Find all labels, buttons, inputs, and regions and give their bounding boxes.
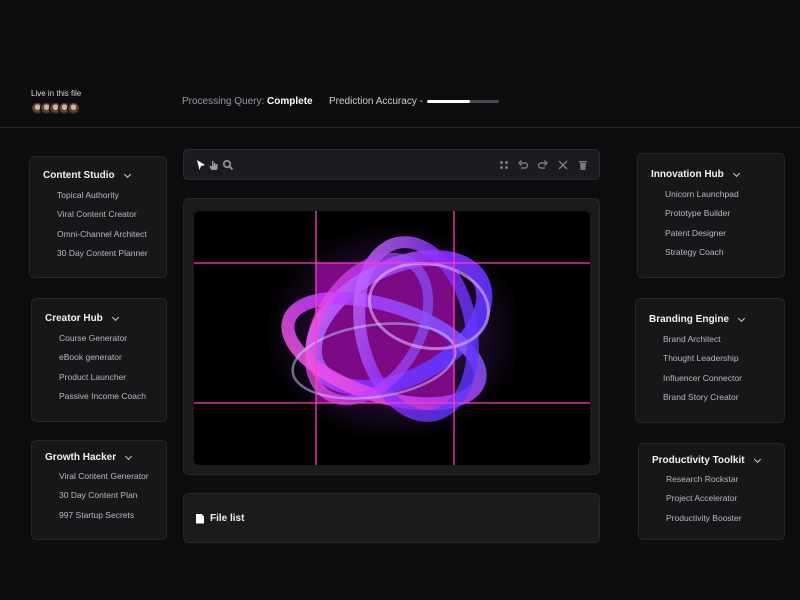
menu-item[interactable]: Brand Architect xyxy=(663,334,784,353)
menu-item[interactable]: Prototype Builder xyxy=(665,208,784,227)
close-icon[interactable] xyxy=(557,159,569,171)
panel-title: Creator Hub xyxy=(45,313,103,324)
menu-item[interactable]: 997 Startup Secrets xyxy=(59,510,166,529)
panel-title: Content Studio xyxy=(43,170,115,181)
canvas-toolbar xyxy=(183,149,600,180)
panel-header[interactable]: Productivity Toolkit xyxy=(652,455,784,466)
chevron-down-icon[interactable] xyxy=(737,314,746,322)
file-list-header[interactable]: File list xyxy=(196,513,244,524)
prediction-accuracy: Prediction Accuracy - xyxy=(329,96,499,107)
menu-item[interactable]: Research Rockstar xyxy=(666,474,784,493)
zoom-icon[interactable] xyxy=(222,159,234,171)
file-list-panel: File list xyxy=(183,493,600,543)
panel-title: Productivity Toolkit xyxy=(652,455,745,466)
file-list-label: File list xyxy=(210,513,245,524)
panel-header[interactable]: Innovation Hub xyxy=(651,169,784,180)
undo-icon[interactable] xyxy=(517,159,529,171)
chevron-down-icon[interactable] xyxy=(123,170,131,178)
menu-item[interactable]: Passive Income Coach xyxy=(59,391,166,410)
panel-title: Innovation Hub xyxy=(651,169,724,180)
menu-item[interactable]: Omni-Channel Architect xyxy=(57,229,166,248)
menu-item[interactable]: Brand Story Creator xyxy=(663,392,784,411)
artwork-3d-rings xyxy=(194,211,590,465)
menu-item[interactable]: Strategy Coach xyxy=(665,247,784,266)
file-icon xyxy=(196,513,204,524)
panel-productivity-toolkit: Productivity Toolkit Research Rockstar P… xyxy=(638,443,785,540)
status-value: Complete xyxy=(267,96,313,107)
menu-item[interactable]: Productivity Booster xyxy=(666,513,784,532)
top-bar: Live in this file Processing Query: Comp… xyxy=(0,80,800,128)
menu-item[interactable]: Project Accelerator xyxy=(666,493,784,512)
avatar-group[interactable] xyxy=(31,102,81,115)
panel-header[interactable]: Creator Hub xyxy=(45,313,166,324)
canvas-panel xyxy=(183,198,600,475)
live-label: Live in this file xyxy=(31,89,82,98)
menu-item[interactable]: 30 Day Content Plan xyxy=(59,490,166,509)
menu-item[interactable]: eBook generator xyxy=(59,352,166,371)
panel-creator-hub: Creator Hub Course Generator eBook gener… xyxy=(31,298,167,422)
panel-growth-hacker: Growth Hacker Viral Content Generator 30… xyxy=(31,440,167,540)
hand-icon[interactable] xyxy=(208,159,220,171)
chevron-down-icon[interactable] xyxy=(111,313,119,321)
menu-item[interactable]: Influencer Connector xyxy=(663,373,784,392)
accuracy-label: Prediction Accuracy - xyxy=(329,96,423,107)
accuracy-progress-bar xyxy=(426,100,499,103)
panel-title: Branding Engine xyxy=(649,314,729,325)
redo-icon[interactable] xyxy=(537,159,549,171)
trash-icon[interactable] xyxy=(577,159,589,171)
menu-item[interactable]: Viral Content Generator xyxy=(59,471,166,490)
menu-item[interactable]: 30 Day Content Planner xyxy=(57,248,166,267)
panel-title: Growth Hacker xyxy=(45,452,117,463)
panel-innovation-hub: Innovation Hub Unicorn Launchpad Prototy… xyxy=(637,153,785,278)
accuracy-progress-fill xyxy=(426,100,471,103)
artboard[interactable] xyxy=(194,211,590,465)
grid-icon[interactable] xyxy=(498,159,510,171)
panel-content-studio: Content Studio Topical Authority Viral C… xyxy=(29,156,167,278)
panel-header[interactable]: Growth Hacker xyxy=(45,452,166,463)
menu-item[interactable]: Unicorn Launchpad xyxy=(665,189,784,208)
menu-item[interactable]: Viral Content Creator xyxy=(57,209,166,228)
menu-item[interactable]: Course Generator xyxy=(59,333,166,352)
chevron-down-icon[interactable] xyxy=(125,452,133,460)
menu-item[interactable]: Thought Leadership xyxy=(663,353,784,372)
live-collaborators: Live in this file xyxy=(31,89,81,115)
chevron-down-icon[interactable] xyxy=(732,169,740,177)
status-label: Processing Query: xyxy=(182,96,265,107)
processing-status: Processing Query: Complete xyxy=(182,96,313,107)
panel-header[interactable]: Branding Engine xyxy=(649,314,784,325)
menu-item[interactable]: Patent Designer xyxy=(665,228,784,247)
panel-branding-engine: Branding Engine Brand Architect Thought … xyxy=(635,298,785,423)
pointer-icon[interactable] xyxy=(195,159,207,171)
chevron-down-icon[interactable] xyxy=(753,455,761,463)
menu-item[interactable]: Product Launcher xyxy=(59,372,166,391)
menu-item[interactable]: Topical Authority xyxy=(57,190,166,209)
panel-header[interactable]: Content Studio xyxy=(43,170,166,181)
avatar[interactable] xyxy=(67,102,80,115)
